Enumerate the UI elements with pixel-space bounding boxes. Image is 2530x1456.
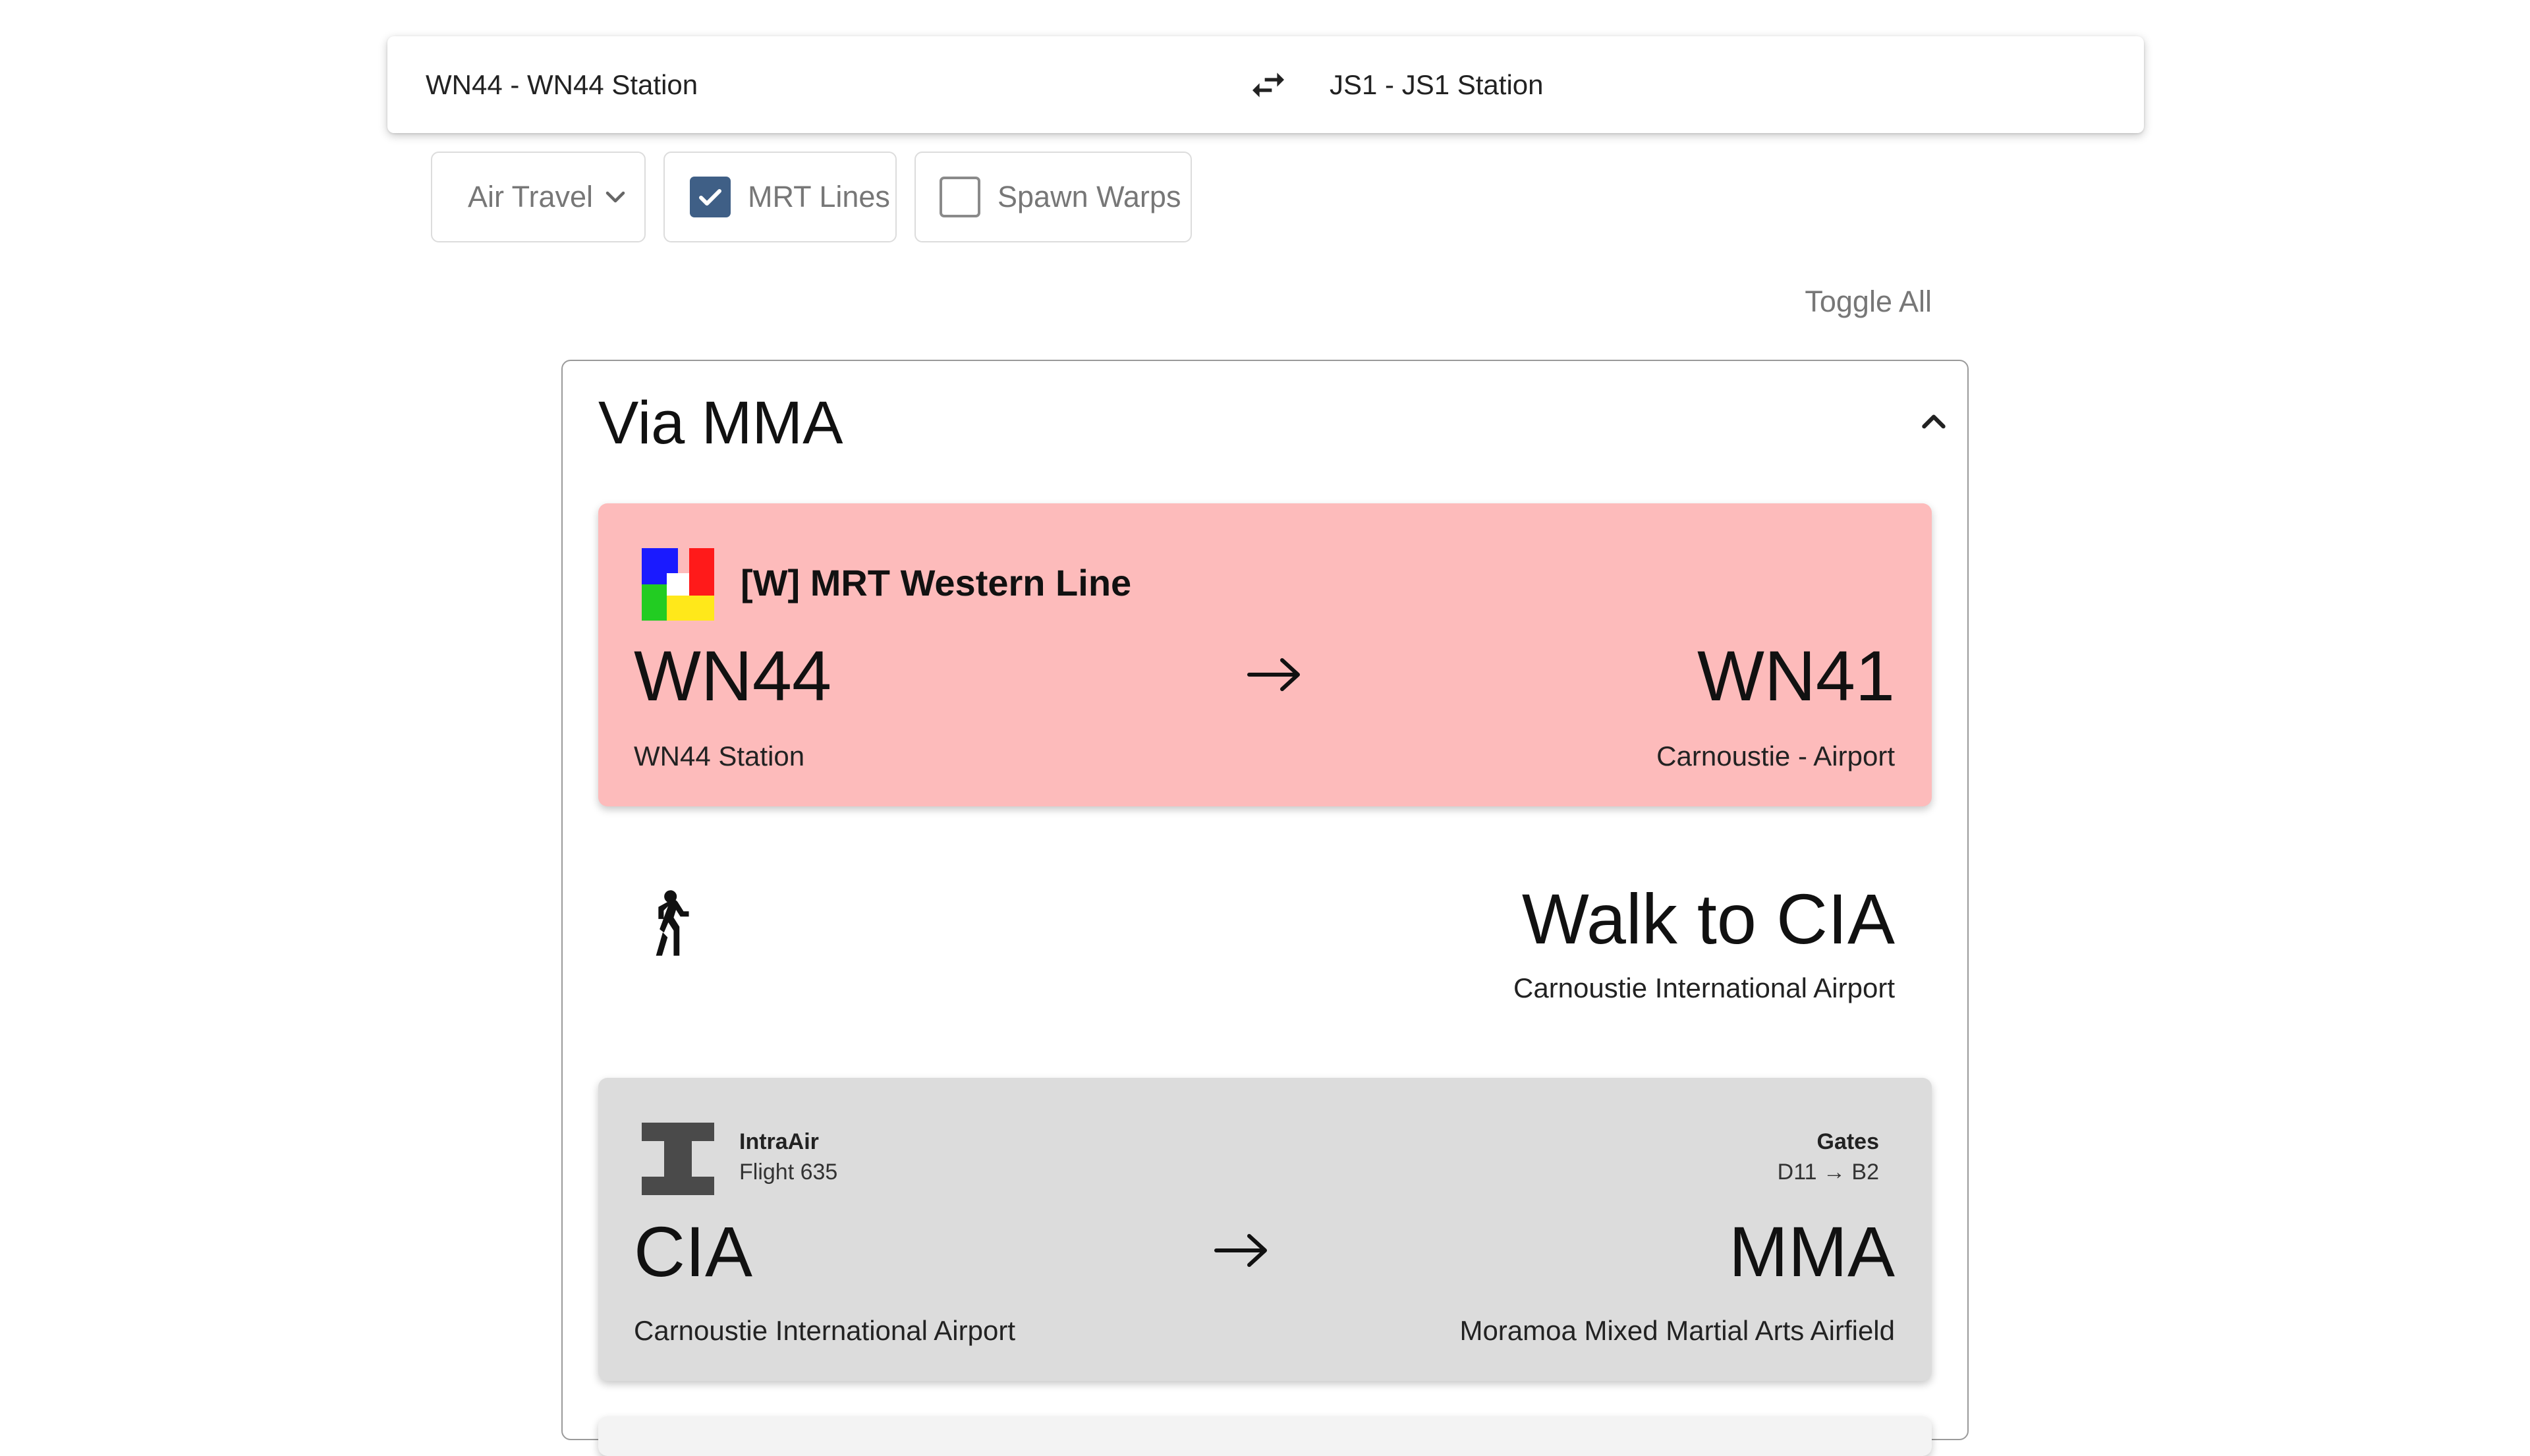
toggle-all-button[interactable]: Toggle All	[1779, 285, 1932, 319]
destination-field[interactable]: JS1 - JS1 Station	[1330, 69, 1544, 101]
chevron-up-icon[interactable]	[1917, 406, 1950, 439]
flight-number: Flight 635	[739, 1160, 838, 1185]
destination-airport-name: Moramoa Mixed Martial Arts Airfield	[1459, 1315, 1895, 1346]
air-travel-label: Air Travel	[468, 180, 594, 213]
spawn-warps-checkbox[interactable]: Spawn Warps	[914, 152, 1192, 242]
destination-station-code: WN41	[1697, 636, 1895, 715]
origin-station-code: WN44	[634, 636, 832, 715]
spawn-warps-label: Spawn Warps	[998, 180, 1181, 213]
air-travel-dropdown[interactable]: Air Travel	[431, 152, 646, 242]
destination-station-name: Carnoustie - Airport	[1656, 741, 1895, 771]
flight-leg-card[interactable]: IntraAir Flight 635 Gates D11 → B2 CIA M…	[598, 1078, 1932, 1381]
pedestrian-icon	[639, 888, 697, 961]
route-title: Via MMA	[598, 389, 843, 457]
origin-airport-code: CIA	[634, 1212, 753, 1291]
route-panel: Via MMA [W] MRT Western Line WN44 WN41 W…	[561, 360, 1969, 1456]
gates-value: D11 → B2	[1777, 1160, 1879, 1185]
destination-airport-code: MMA	[1729, 1212, 1895, 1291]
checkbox-unchecked-icon[interactable]	[940, 177, 980, 217]
origin-field[interactable]: WN44 - WN44 Station	[426, 69, 698, 101]
arrow-right-icon	[1247, 655, 1302, 694]
checkmark-icon[interactable]	[690, 177, 731, 217]
airline-name: IntraAir	[739, 1129, 819, 1154]
chevron-down-icon	[605, 191, 625, 203]
walk-title: Walk to CIA	[1521, 879, 1895, 959]
line-name: [W] MRT Western Line	[741, 562, 1132, 603]
mrt-lines-label: MRT Lines	[748, 180, 890, 213]
mrt-leg-card[interactable]: [W] MRT Western Line WN44 WN41 WN44 Stat…	[598, 503, 1932, 806]
intraair-logo-icon	[642, 1123, 714, 1195]
mrt-lines-checkbox[interactable]: MRT Lines	[663, 152, 897, 242]
next-leg-card[interactable]	[598, 1416, 1932, 1456]
swap-arrows-icon[interactable]	[1247, 64, 1289, 106]
walk-subtitle: Carnoustie International Airport	[1513, 972, 1895, 1003]
mrt-logo-icon	[642, 548, 714, 621]
origin-airport-name: Carnoustie International Airport	[634, 1315, 1015, 1346]
origin-station-name: WN44 Station	[634, 741, 805, 771]
gates-label: Gates	[1816, 1129, 1880, 1154]
arrow-right-icon	[1214, 1231, 1269, 1270]
route-search-bar: WN44 - WN44 Station JS1 - JS1 Station	[387, 36, 2144, 133]
